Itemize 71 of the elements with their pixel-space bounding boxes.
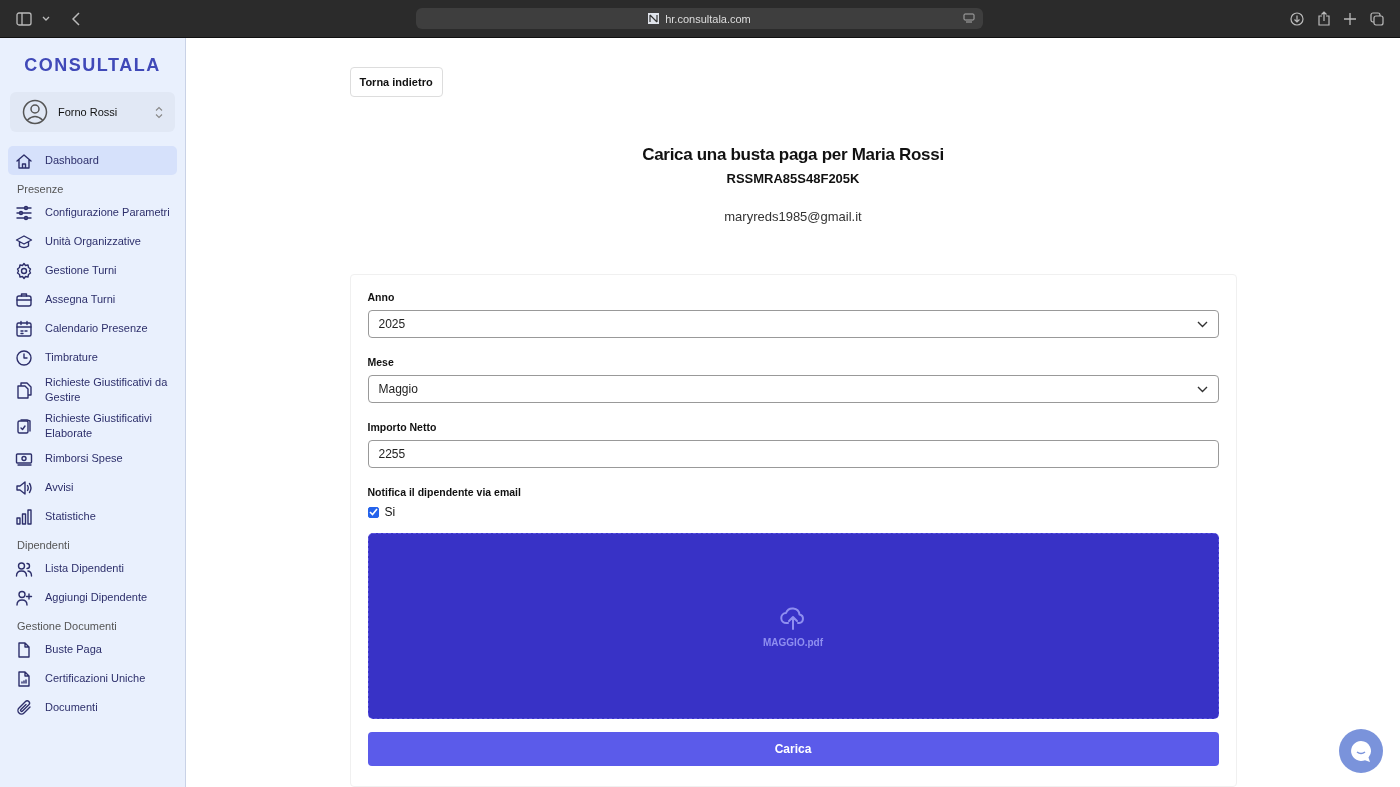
email-text: maryreds1985@gmail.it [724,209,862,224]
select-field[interactable]: Maggio [367,375,1219,403]
input-field[interactable]: 2255 [367,440,1219,468]
site-icon [648,13,660,24]
back-button[interactable]: Torna indietro [349,67,443,97]
logo: CONSULTALA [24,54,161,76]
user-plus-icon [15,588,33,607]
user-avatar-icon [22,99,48,125]
chevron-down-icon [1196,320,1208,328]
nav-item[interactable]: Dashboard [8,146,177,175]
cloud-upload-icon [780,604,806,631]
nav-item[interactable]: Assegna Turni [8,285,177,314]
nav-item[interactable]: Buste Paga [8,635,177,664]
field-label: Mese [367,356,394,368]
field-label: Importo Netto [367,421,437,433]
address-bar[interactable]: hr.consultala.com [416,8,983,29]
sidebar-toggle-icon[interactable] [16,11,32,26]
checkbox-label: Si [384,505,396,519]
account-name: Forno Rossi [58,106,119,118]
calendar-icon [15,319,33,338]
field-label: Anno [367,291,395,303]
file-name: MAGGIO.pdf [763,636,823,648]
tax-code: RSSMRA85S48F205K [726,171,860,186]
nav-item[interactable]: Calendario Presenze [8,314,177,343]
section-header: Dipendenti [16,538,71,553]
upload-button[interactable]: Carica [367,732,1219,766]
nav-item[interactable]: Rimborsi Spese [8,444,177,473]
graduation-cap-icon [15,232,33,251]
nav-item[interactable]: Unità Organizzative [8,227,177,256]
url-text: hr.consultala.com [665,12,751,25]
download-icon[interactable] [1290,11,1304,26]
chevron-down-icon [1196,385,1208,393]
nav-item[interactable]: Timbrature [8,343,177,372]
bar-chart-icon [15,507,33,526]
reader-icon[interactable] [963,13,975,23]
chevron-up-down-icon [155,105,163,119]
sliders-icon [15,203,33,222]
section-header: Presenze [16,182,65,197]
clock-icon [15,348,33,367]
file-icon [15,640,33,659]
nav-item[interactable]: Certificazioni Uniche [8,664,177,693]
back-icon[interactable] [72,11,80,26]
field-label: Notifica il dipendente via email [367,486,521,498]
settings-icon [15,261,33,280]
nav-item[interactable]: Avvisi [8,473,177,502]
users-icon [15,559,33,578]
chat-button[interactable] [1339,729,1383,773]
chevron-down-icon[interactable] [42,15,50,22]
checkbox[interactable] [367,506,379,518]
nav-item[interactable]: Lista Dipendenti [8,554,177,583]
page-title: Carica una busta paga per Maria Rossi [642,145,944,165]
paperclip-icon [15,698,33,717]
nav-item[interactable]: Aggiungi Dipendente [8,583,177,612]
clipboard-check-icon [15,417,33,435]
home-icon [15,151,33,170]
nav-item[interactable]: Documenti [8,693,177,722]
account-switcher[interactable]: Forno Rossi [10,92,175,132]
nav-item[interactable]: Gestione Turni [8,256,177,285]
documents-icon [15,381,33,399]
briefcase-icon [15,290,33,309]
nav-item[interactable]: Richieste Giustificativi da Gestire [8,372,177,408]
share-icon[interactable] [1318,11,1330,26]
tabs-icon[interactable] [1370,11,1384,26]
plus-icon[interactable] [1344,12,1356,25]
chat-bubble-icon [1349,739,1373,763]
nav-item[interactable]: Richieste Giustificativi Elaborate [8,408,177,444]
section-header: Gestione Documenti [16,619,118,634]
nav-item[interactable]: Statistiche [8,502,177,531]
file-chart-icon [15,669,33,688]
select-field[interactable]: 2025 [367,310,1219,338]
nav-item[interactable]: Configurazione Parametri [8,198,177,227]
